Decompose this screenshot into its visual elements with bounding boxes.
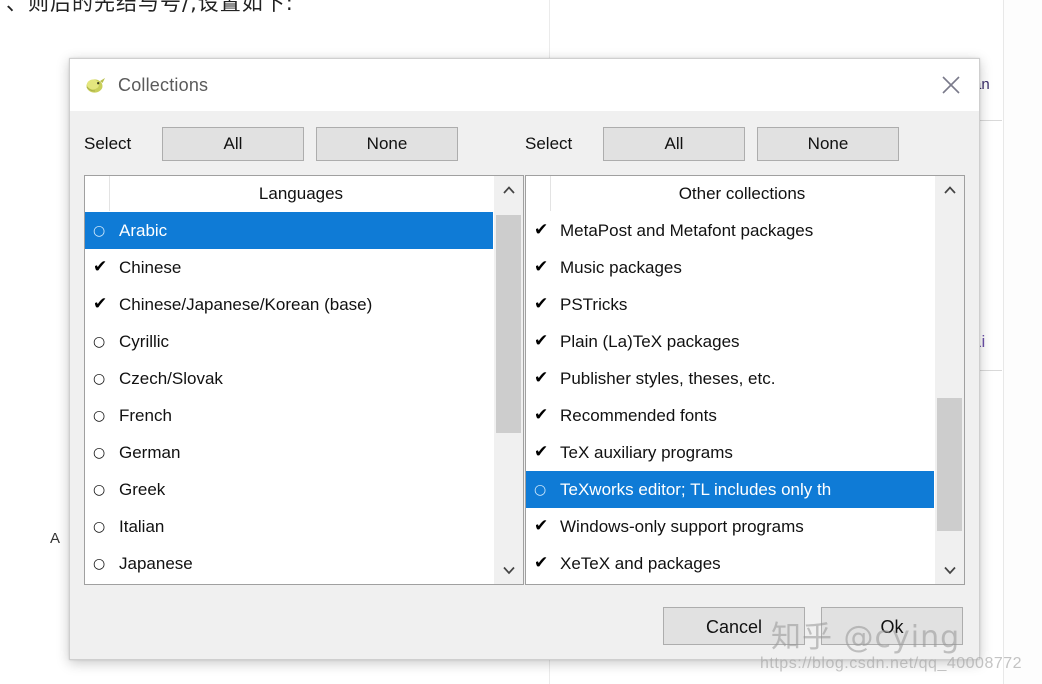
- checkmark-icon[interactable]: ✔: [534, 518, 560, 535]
- list-item[interactable]: ○ Czech/Slovak: [85, 360, 493, 397]
- other-collections-scrollbar[interactable]: [934, 176, 964, 584]
- list-item-label: Cyrillic: [119, 331, 170, 351]
- list-item-label: PSTricks: [560, 294, 628, 314]
- unchecked-circle-icon[interactable]: ○: [93, 224, 119, 238]
- ok-button[interactable]: Ok: [821, 607, 963, 645]
- checkmark-icon[interactable]: ✔: [534, 444, 560, 461]
- list-item[interactable]: ✔ Windows-only support programs: [526, 508, 934, 545]
- list-item[interactable]: ✔ Chinese/Japanese/Korean (base): [85, 286, 493, 323]
- collections-dialog: Collections Select All None Languages ○ A…: [69, 58, 980, 660]
- list-item-label: MetaPost and Metafont packages: [560, 220, 814, 240]
- list-item[interactable]: ○ Italian: [85, 508, 493, 545]
- languages-scrollbar[interactable]: [493, 176, 523, 584]
- list-item[interactable]: ○ Arabic: [85, 212, 493, 249]
- languages-list-rows: ○ Arabic ✔ Chinese ✔ Chinese/Japanese/Korean …: [85, 212, 493, 582]
- background-right-panel: [1003, 0, 1042, 684]
- other-select-all-button[interactable]: All: [603, 127, 745, 161]
- scroll-down-icon[interactable]: [935, 556, 964, 584]
- list-item-label: Greek: [119, 479, 166, 499]
- list-item[interactable]: ✔ TeX auxiliary programs: [526, 434, 934, 471]
- unchecked-circle-icon[interactable]: ○: [93, 446, 119, 460]
- list-item[interactable]: ✔ MetaPost and Metafont packages: [526, 212, 934, 249]
- languages-list-area: Languages ○ Arabic ✔ Chinese ✔ Chinese/Japane…: [85, 176, 493, 584]
- checkmark-icon[interactable]: ✔: [534, 370, 560, 387]
- list-item[interactable]: ○ French: [85, 397, 493, 434]
- list-item[interactable]: ✔ XeTeX and packages: [526, 545, 934, 582]
- background-chinese-text: 、则后的先结与号/,设置如下:: [6, 0, 294, 15]
- list-item-label: Windows-only support programs: [560, 516, 804, 536]
- other-select-row: Select All None: [525, 127, 965, 161]
- unchecked-circle-icon[interactable]: ○: [93, 409, 119, 423]
- list-item[interactable]: ○ German: [85, 434, 493, 471]
- languages-panel: Select All None Languages ○ Arabic ✔ Chines…: [84, 127, 524, 585]
- list-item[interactable]: ✔ Chinese: [85, 249, 493, 286]
- languages-scroll-thumb[interactable]: [496, 214, 521, 433]
- list-item[interactable]: ○ TeXworks editor; TL includes only th: [526, 471, 934, 508]
- other-scroll-thumb[interactable]: [937, 397, 962, 532]
- list-item[interactable]: ✔ Recommended fonts: [526, 397, 934, 434]
- list-item-label: Arabic: [119, 220, 168, 240]
- list-item-label: Chinese: [119, 257, 182, 277]
- dialog-titlebar: Collections: [70, 59, 979, 111]
- other-list-rows: ✔ MetaPost and Metafont packages ✔ Music pa…: [526, 212, 934, 582]
- list-item-label: Plain (La)TeX packages: [560, 331, 740, 351]
- languages-listbox[interactable]: Languages ○ Arabic ✔ Chinese ✔ Chinese/Japane…: [84, 175, 524, 585]
- list-item-label: TeX auxiliary programs: [560, 442, 733, 462]
- list-item-label: Publisher styles, theses, etc.: [560, 368, 776, 388]
- checkmark-icon[interactable]: ✔: [93, 296, 119, 313]
- unchecked-circle-icon[interactable]: ○: [93, 483, 119, 497]
- languages-select-row: Select All None: [84, 127, 524, 161]
- list-item-label: Recommended fonts: [560, 405, 717, 425]
- cancel-button[interactable]: Cancel: [663, 607, 805, 645]
- unchecked-circle-icon[interactable]: ○: [93, 372, 119, 386]
- list-item-label: TeXworks editor; TL includes only th: [560, 479, 832, 499]
- scroll-up-icon[interactable]: [935, 176, 964, 204]
- unchecked-circle-icon[interactable]: ○: [93, 557, 119, 571]
- checkmark-icon[interactable]: ✔: [534, 222, 560, 239]
- checkmark-icon[interactable]: ✔: [534, 296, 560, 313]
- list-item-label: XeTeX and packages: [560, 553, 721, 573]
- list-item-label: French: [119, 405, 172, 425]
- unchecked-circle-icon[interactable]: ○: [93, 335, 119, 349]
- scroll-up-icon[interactable]: [494, 176, 523, 204]
- checkmark-icon[interactable]: ✔: [534, 259, 560, 276]
- unchecked-circle-icon[interactable]: ○: [93, 520, 119, 534]
- list-item[interactable]: ✔ Plain (La)TeX packages: [526, 323, 934, 360]
- list-item-label: Czech/Slovak: [119, 368, 223, 388]
- list-item[interactable]: ○ Greek: [85, 471, 493, 508]
- list-item-label: German: [119, 442, 181, 462]
- languages-list-header: Languages: [85, 176, 493, 212]
- scroll-down-icon[interactable]: [494, 556, 523, 584]
- other-collections-panel: Select All None Other collections ✔ MetaP…: [525, 127, 965, 585]
- list-item-label: Music packages: [560, 257, 682, 277]
- other-select-label: Select: [525, 134, 573, 153]
- checkmark-icon[interactable]: ✔: [93, 259, 119, 276]
- texlive-kiwi-icon: [84, 74, 106, 96]
- checkmark-icon[interactable]: ✔: [534, 407, 560, 424]
- list-item-label: Japanese: [119, 553, 193, 573]
- list-item[interactable]: ✔ PSTricks: [526, 286, 934, 323]
- checkmark-icon[interactable]: ✔: [534, 555, 560, 572]
- list-item[interactable]: ✔ Publisher styles, theses, etc.: [526, 360, 934, 397]
- dialog-title: Collections: [118, 74, 209, 95]
- checkmark-icon[interactable]: ✔: [534, 333, 560, 350]
- list-item[interactable]: ○ Cyrillic: [85, 323, 493, 360]
- languages-select-label: Select: [84, 134, 132, 153]
- list-item[interactable]: ✔ Music packages: [526, 249, 934, 286]
- dialog-footer: Cancel Ok: [663, 607, 963, 645]
- languages-select-all-button[interactable]: All: [162, 127, 304, 161]
- unchecked-circle-icon[interactable]: ○: [534, 483, 560, 497]
- list-item-label: Chinese/Japanese/Korean (base): [119, 294, 373, 314]
- other-select-none-button[interactable]: None: [757, 127, 899, 161]
- other-list-header: Other collections: [526, 176, 934, 212]
- languages-select-none-button[interactable]: None: [316, 127, 458, 161]
- other-collections-listbox[interactable]: Other collections ✔ MetaPost and Metafont…: [525, 175, 965, 585]
- background-text-fragment-a: A: [50, 530, 61, 547]
- other-list-area: Other collections ✔ MetaPost and Metafont…: [526, 176, 934, 584]
- close-icon[interactable]: [923, 59, 979, 111]
- dialog-body: Select All None Languages ○ Arabic ✔ Chines…: [70, 111, 979, 659]
- list-item[interactable]: ○ Japanese: [85, 545, 493, 582]
- list-item-label: Italian: [119, 516, 165, 536]
